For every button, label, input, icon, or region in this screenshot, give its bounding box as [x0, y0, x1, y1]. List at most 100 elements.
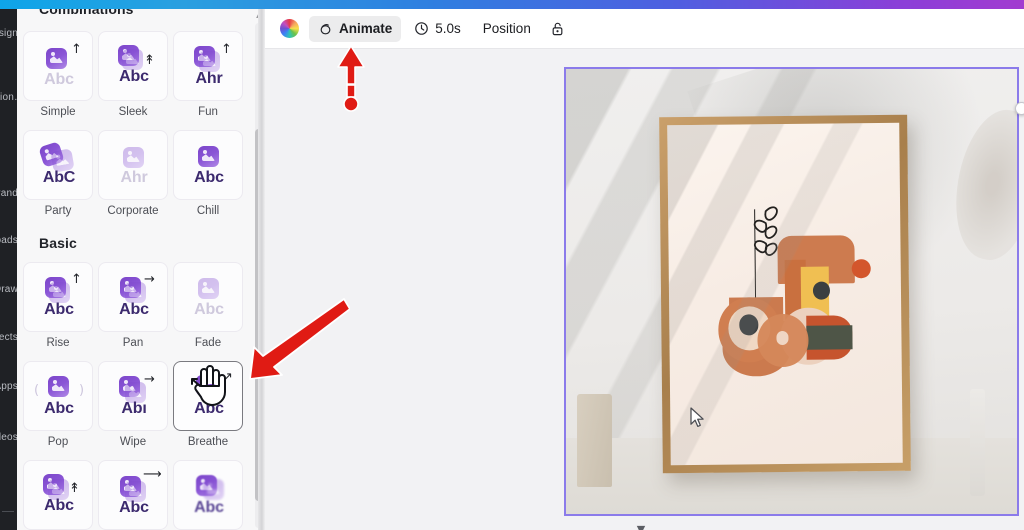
tile-glyph-text: Abı	[99, 400, 168, 418]
artboard-selected[interactable]	[564, 67, 1019, 516]
glyph-arrow-up-bar: ↟ Abc	[24, 461, 93, 530]
animation-tile-drift[interactable]: ⟶ Abc Drift	[98, 460, 168, 530]
tile-label: Rise	[23, 337, 93, 349]
clock-icon	[414, 21, 429, 36]
unlock-icon	[550, 21, 565, 37]
animation-tile-fade[interactable]: Abc Fade	[173, 262, 243, 349]
rail-item-uploads[interactable]: Uploads	[0, 235, 17, 246]
light-dot-shape	[776, 331, 789, 344]
tile-thumb[interactable]: Abc	[173, 460, 243, 530]
tile-glyph-text: Abc	[174, 301, 243, 319]
color-wheel-icon	[280, 19, 299, 38]
glyph-tilt-pop: AbC	[24, 131, 93, 200]
animation-tile-fun[interactable]: ↑ Ahr Fun	[173, 31, 243, 118]
animation-tile-chill[interactable]: Abc Chill	[173, 130, 243, 217]
tile-thumb[interactable]: ↑ Abc	[23, 31, 93, 101]
hand-pointer-cursor-icon	[188, 362, 230, 408]
rail-divider	[2, 511, 14, 512]
glyph-arrow-up: ↑ Abc	[24, 263, 93, 332]
green-band-shape	[806, 325, 853, 349]
animate-button[interactable]: Animate	[309, 16, 401, 42]
animation-tile-baseline[interactable]: ↟ Abc Baseline	[23, 460, 93, 530]
design-canvas[interactable]	[265, 49, 1024, 530]
mouse-cursor-icon	[689, 407, 706, 429]
tile-glyph-text: Abc	[24, 301, 93, 319]
tile-thumb[interactable]: Ahr	[98, 130, 168, 200]
rail-item-illustration[interactable]: Illustration…	[0, 92, 17, 103]
tile-thumb[interactable]: AbC	[23, 130, 93, 200]
tile-label: Simple	[23, 106, 93, 118]
left-nav-rail[interactable]: Design Illustration… Brand Uploads Draw …	[0, 9, 17, 530]
rail-item-videos[interactable]: Videos	[0, 432, 17, 443]
tile-label: Breathe	[173, 436, 243, 448]
glyph-fade-chip: Abc	[174, 263, 243, 332]
tile-thumb[interactable]: → Abc	[98, 262, 168, 332]
section-heading-basic: Basic	[39, 235, 77, 251]
tile-label: Chill	[173, 205, 243, 217]
rail-item-draw[interactable]: Draw	[0, 284, 17, 295]
tile-glyph-text: Abc	[174, 169, 243, 187]
tile-thumb[interactable]: ⟶ Abc	[98, 460, 168, 530]
animations-panel[interactable]: Combinations ↑ Abc Simple	[17, 9, 265, 530]
glyph-rise-arrow-up: ↑ Abc	[24, 32, 93, 101]
glyph-rise-arrow-up: ↑ Ahr	[174, 32, 243, 101]
collapse-panel-chevron-icon[interactable]: ▼	[634, 524, 648, 530]
tile-thumb[interactable]: ↟ Abc	[23, 460, 93, 530]
glyph-plain-chip: Abc	[174, 461, 243, 530]
dark-dot-upper-shape	[812, 281, 829, 299]
tile-label: Fade	[173, 337, 243, 349]
animation-tile-party[interactable]: AbC Party	[23, 130, 93, 217]
section-heading-combinations: Combinations	[39, 9, 134, 17]
animation-tile-rise[interactable]: ↑ Abc Rise	[23, 262, 93, 349]
tile-label: Pop	[23, 436, 93, 448]
tile-glyph-text: Abc	[99, 301, 168, 319]
animation-tile-pop[interactable]: ( ) Abc Pop	[23, 361, 93, 448]
animation-tile-sleek[interactable]: ↟ Abc Sleek	[98, 31, 168, 118]
tile-glyph-text: Abc	[99, 499, 168, 517]
tile-glyph-text: Abc	[24, 400, 93, 418]
orange-dot-shape	[852, 259, 871, 278]
tile-thumb[interactable]: ↑ Ahr	[173, 31, 243, 101]
animation-tile-corporate[interactable]: Ahr Corporate	[98, 130, 168, 217]
rail-item-projects[interactable]: Projects	[0, 332, 17, 343]
tile-thumb[interactable]: ↑ Abc	[23, 262, 93, 332]
color-wheel-button[interactable]	[274, 16, 305, 42]
position-button[interactable]: Position	[474, 16, 540, 42]
duration-button[interactable]: 5.0s	[405, 16, 470, 42]
tile-glyph-text: Abc	[24, 71, 93, 89]
tile-glyph-text: AbC	[24, 169, 93, 187]
glyph-pop-brackets: ( ) Abc	[24, 362, 93, 431]
tile-glyph-text: Ahr	[174, 70, 243, 88]
animate-icon	[318, 21, 333, 36]
rail-item-apps[interactable]: Apps	[0, 381, 17, 392]
context-toolbar[interactable]: Animate 5.0s Position	[265, 9, 1024, 49]
animation-tile-tectonic[interactable]: Abc Tectonic	[173, 460, 243, 530]
tile-label: Pan	[98, 337, 168, 349]
tile-thumb[interactable]: ( ) Abc	[23, 361, 93, 431]
tile-label: Fun	[173, 106, 243, 118]
animation-tile-wipe[interactable]: → Abı Wipe	[98, 361, 168, 448]
tile-label: Sleek	[98, 106, 168, 118]
glyph-arrow-up-bar: ↟ Abc	[99, 32, 168, 101]
tile-glyph-text: Ahr	[99, 169, 168, 187]
rail-item-design[interactable]: Design	[0, 28, 17, 39]
main-area: Animate 5.0s Position	[265, 9, 1024, 530]
lock-button[interactable]	[544, 16, 571, 42]
tile-thumb[interactable]: ↟ Abc	[98, 31, 168, 101]
right-leg-object	[970, 389, 985, 496]
selection-handle-top-right[interactable]	[1015, 102, 1024, 115]
glyph-arrow-right: → Abı	[99, 362, 168, 431]
tile-label: Party	[23, 205, 93, 217]
animation-tile-simple[interactable]: ↑ Abc Simple	[23, 31, 93, 118]
tile-thumb[interactable]: Abc	[173, 130, 243, 200]
tile-thumb[interactable]: Abc	[173, 262, 243, 332]
tile-thumb[interactable]: → Abı	[98, 361, 168, 431]
top-gradient-strip	[0, 0, 1024, 9]
panel-resize-divider[interactable]	[258, 9, 265, 530]
annotation-arrow-up	[333, 44, 369, 114]
rail-item-brand[interactable]: Brand	[0, 188, 17, 199]
animation-tile-pan[interactable]: → Abc Pan	[98, 262, 168, 349]
tile-glyph-text: Abc	[174, 499, 243, 517]
tile-label: Wipe	[98, 436, 168, 448]
position-label: Position	[483, 21, 531, 36]
